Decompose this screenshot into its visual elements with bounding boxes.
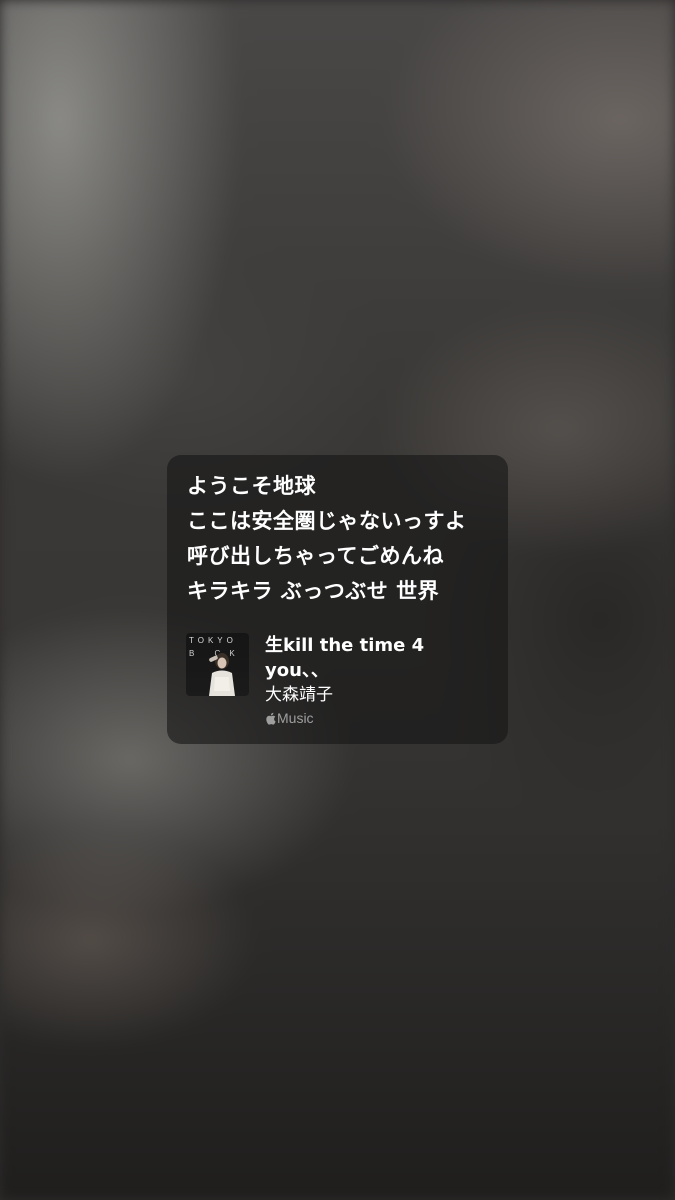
lyric-line: ようこそ地球: [187, 474, 316, 498]
source-badge: Music: [265, 709, 495, 727]
album-art-figure: [209, 653, 235, 696]
lyrics-block: ようこそ地球 ここは安全圏じゃないっすよ 呼び出しちゃってごめんね キラキラ ぶ…: [187, 469, 497, 609]
apple-logo-icon: [266, 712, 276, 725]
lyric-line: ここは安全圏じゃないっすよ: [187, 509, 467, 533]
lyric-line: 呼び出しちゃってごめんね: [187, 544, 444, 568]
source-label: Music: [277, 710, 314, 726]
lyrics-share-card[interactable]: ようこそ地球 ここは安全圏じゃないっすよ 呼び出しちゃってごめんね キラキラ ぶ…: [167, 455, 508, 744]
track-title: 生kill the time 4 you、、: [265, 635, 425, 681]
track-artist: 大森靖子: [265, 685, 333, 705]
album-art-text-top: TOKYO: [189, 636, 237, 645]
album-artwork: TOKYO B CK: [186, 633, 249, 696]
lyric-line: キラキラ ぶっつぶせ 世界: [187, 579, 440, 603]
track-meta: 生kill the time 4 you、、 大森靖子 Music: [265, 633, 495, 727]
